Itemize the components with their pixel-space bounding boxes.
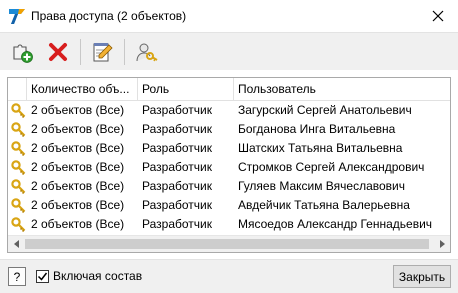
key-icon <box>10 179 25 194</box>
table-row[interactable]: 2 объектов (Все) Разработчик Авдейчик Тать… <box>8 196 450 215</box>
row-icon-cell <box>9 120 27 139</box>
table-row[interactable]: 2 объектов (Все) Разработчик Богданова Инг… <box>8 120 450 139</box>
scrollbar-thumb[interactable] <box>25 239 429 249</box>
row-count-cell: 2 объектов (Все) <box>31 141 125 155</box>
row-role-cell: Разработчик <box>142 160 212 174</box>
scroll-left-button[interactable] <box>8 236 25 252</box>
checkbox-box[interactable] <box>36 269 49 283</box>
row-user-cell: Авдейчик Татьяна Валерьевна <box>238 198 410 212</box>
row-role-cell: Разработчик <box>142 179 212 193</box>
row-icon-cell <box>9 101 27 120</box>
row-user-cell: Гуляев Максим Вячеславович <box>238 179 406 193</box>
toolbar-separator <box>80 39 81 65</box>
window-close-button[interactable] <box>418 0 458 32</box>
key-icon <box>10 198 25 213</box>
horizontal-scrollbar[interactable] <box>8 235 450 252</box>
help-button[interactable]: ? <box>8 267 26 286</box>
delete-button[interactable] <box>44 38 72 66</box>
row-role-cell: Разработчик <box>142 103 212 117</box>
row-role-cell: Разработчик <box>142 198 212 212</box>
row-user-cell: Богданова Инга Витальевна <box>238 122 396 136</box>
access-rights-table: Количество объ... Роль Пользователь 2 об… <box>7 77 451 253</box>
app-logo-icon <box>9 9 25 24</box>
column-header-count[interactable]: Количество объ... <box>27 78 138 101</box>
table-header: Количество объ... Роль Пользователь <box>8 78 450 101</box>
dialog-footer: ? Включая состав Закрыть <box>0 259 458 293</box>
column-header-icon[interactable] <box>8 78 27 101</box>
row-user-cell: Шатских Татьяна Витальевна <box>238 141 403 155</box>
chevron-right-icon <box>439 240 445 248</box>
window-title: Права доступа (2 объектов) <box>31 9 187 23</box>
close-icon <box>432 10 444 22</box>
checkmark-icon <box>37 272 48 281</box>
row-user-cell: Загурский Сергей Анатольевич <box>238 103 412 117</box>
notepad-pencil-icon <box>93 43 113 62</box>
row-user-cell: Стромков Сергей Александрович <box>238 160 425 174</box>
key-icon <box>10 217 25 232</box>
table-row[interactable]: 2 объектов (Все) Разработчик Стромков Серг… <box>8 158 450 177</box>
row-role-cell: Разработчик <box>142 141 212 155</box>
row-icon-cell <box>9 158 27 177</box>
title-bar: Права доступа (2 объектов) <box>0 0 458 32</box>
table-row[interactable]: 2 объектов (Все) Разработчик Загурский Сер… <box>8 101 450 120</box>
row-count-cell: 2 объектов (Все) <box>31 179 125 193</box>
key-icon <box>10 122 25 137</box>
row-count-cell: 2 объектов (Все) <box>31 122 125 136</box>
checkbox-label: Включая состав <box>53 269 143 283</box>
table-row[interactable]: 2 объектов (Все) Разработчик Шатских Татья… <box>8 139 450 158</box>
table-row[interactable]: 2 объектов (Все) Разработчик Мясоедов Алек… <box>8 215 450 234</box>
row-role-cell: Разработчик <box>142 122 212 136</box>
key-icon <box>10 141 25 156</box>
include-composition-checkbox[interactable]: Включая состав <box>36 268 142 284</box>
column-header-role[interactable]: Роль <box>138 78 234 101</box>
user-key-icon <box>136 43 158 62</box>
edit-button[interactable] <box>88 38 116 66</box>
red-x-icon <box>49 43 67 61</box>
row-role-cell: Разработчик <box>142 217 212 231</box>
row-count-cell: 2 объектов (Все) <box>31 103 125 117</box>
table-body: 2 объектов (Все) Разработчик Загурский Сер… <box>8 101 450 234</box>
row-count-cell: 2 объектов (Все) <box>31 198 125 212</box>
puzzle-plus-icon <box>13 44 33 63</box>
row-icon-cell <box>9 196 27 215</box>
key-icon <box>10 160 25 175</box>
row-icon-cell <box>9 177 27 196</box>
toolbar <box>0 32 458 70</box>
table-row[interactable]: 2 объектов (Все) Разработчик Гуляев Максим… <box>8 177 450 196</box>
key-icon <box>10 103 25 118</box>
close-button[interactable]: Закрыть <box>393 265 451 288</box>
scroll-right-button[interactable] <box>433 236 450 252</box>
row-count-cell: 2 объектов (Все) <box>31 160 125 174</box>
user-access-button[interactable] <box>133 38 161 66</box>
column-header-user[interactable]: Пользователь <box>234 78 450 101</box>
row-icon-cell <box>9 139 27 158</box>
toolbar-separator <box>124 39 125 65</box>
row-user-cell: Мясоедов Александр Геннадьевич <box>238 217 433 231</box>
add-object-button[interactable] <box>8 38 36 66</box>
chevron-left-icon <box>13 240 19 248</box>
row-count-cell: 2 объектов (Все) <box>31 217 125 231</box>
row-icon-cell <box>9 215 27 234</box>
